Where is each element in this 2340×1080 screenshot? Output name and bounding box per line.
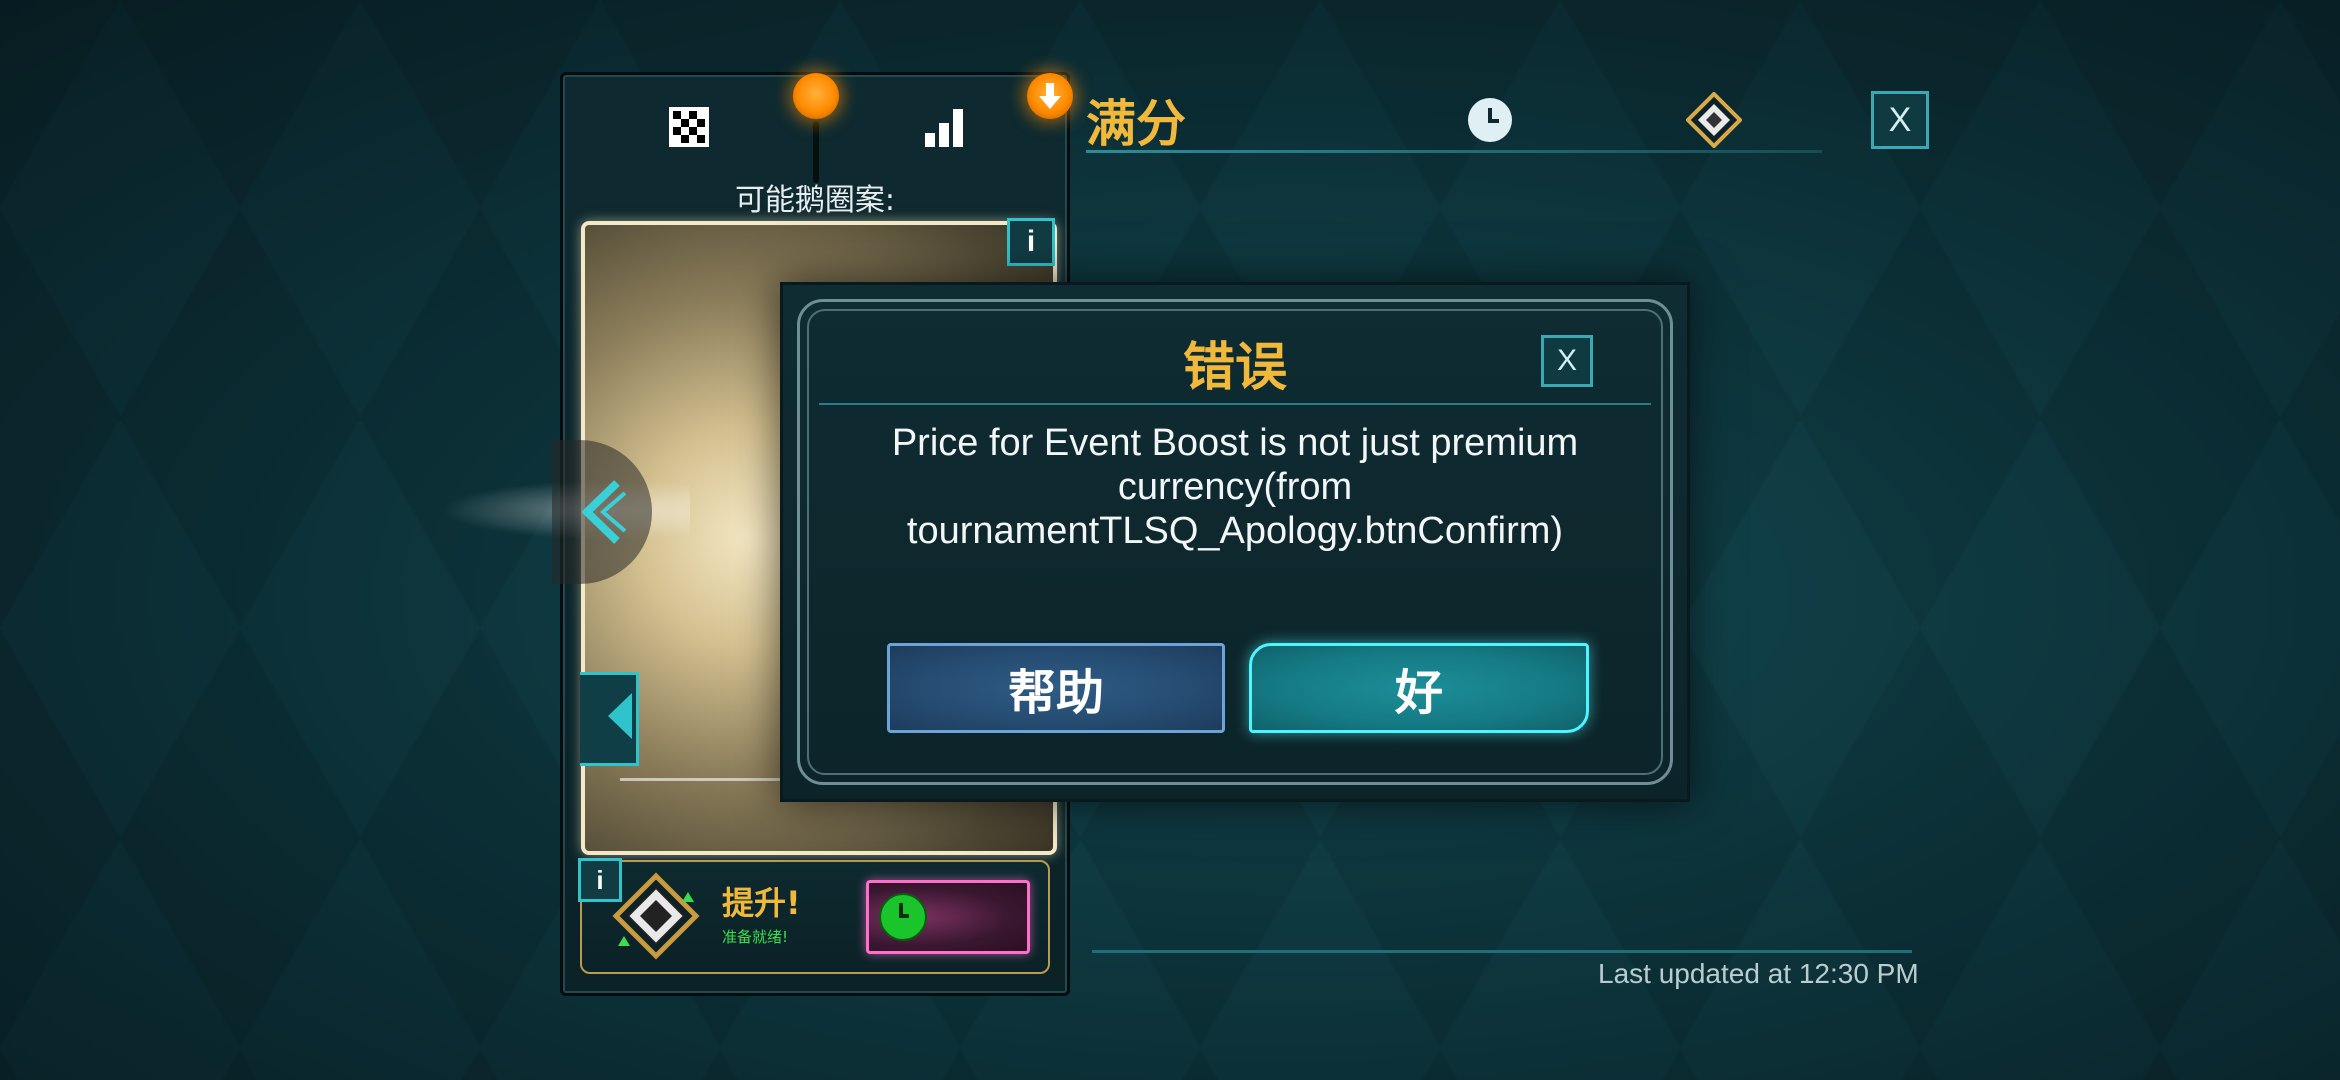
diamond-emblem-icon[interactable]: [1686, 92, 1742, 148]
dialog-message: Price for Event Boost is not just premiu…: [891, 422, 1579, 552]
footer-divider: [1092, 950, 1912, 953]
clock-icon[interactable]: [1468, 98, 1512, 142]
dialog-title-divider: [819, 403, 1651, 405]
last-updated-text: Last updated at 12:30 PM: [1598, 958, 1919, 989]
help-button[interactable]: 帮助: [887, 643, 1225, 733]
download-arrow-icon[interactable]: [1027, 73, 1073, 119]
slider-stem: [813, 121, 819, 183]
card-side-tab[interactable]: [580, 672, 639, 766]
dialog-close-button[interactable]: X: [1541, 335, 1593, 387]
card-info-icon[interactable]: i: [1007, 218, 1055, 266]
close-button[interactable]: X: [1871, 91, 1929, 149]
ok-button[interactable]: 好: [1249, 643, 1589, 733]
sort-orb-icon[interactable]: [793, 73, 839, 119]
boost-title: 提升!: [722, 884, 801, 922]
possible-patterns-label: 可能鹅圈案:: [734, 183, 896, 218]
error-dialog: 错误 X Price for Event Boost is not just p…: [780, 282, 1690, 802]
diamond-emblem-icon: [612, 872, 700, 960]
card-divider: [620, 778, 800, 781]
clock-icon: [879, 893, 927, 941]
bar-chart-icon[interactable]: [923, 105, 967, 149]
checkerboard-icon[interactable]: [667, 105, 711, 149]
boost-activate-button[interactable]: [866, 880, 1030, 954]
chevron-left-icon: [581, 480, 627, 544]
page-title: 满分: [1086, 95, 1186, 153]
header-divider: [1086, 150, 1822, 153]
boost-status: 准备就绪!: [722, 928, 789, 946]
